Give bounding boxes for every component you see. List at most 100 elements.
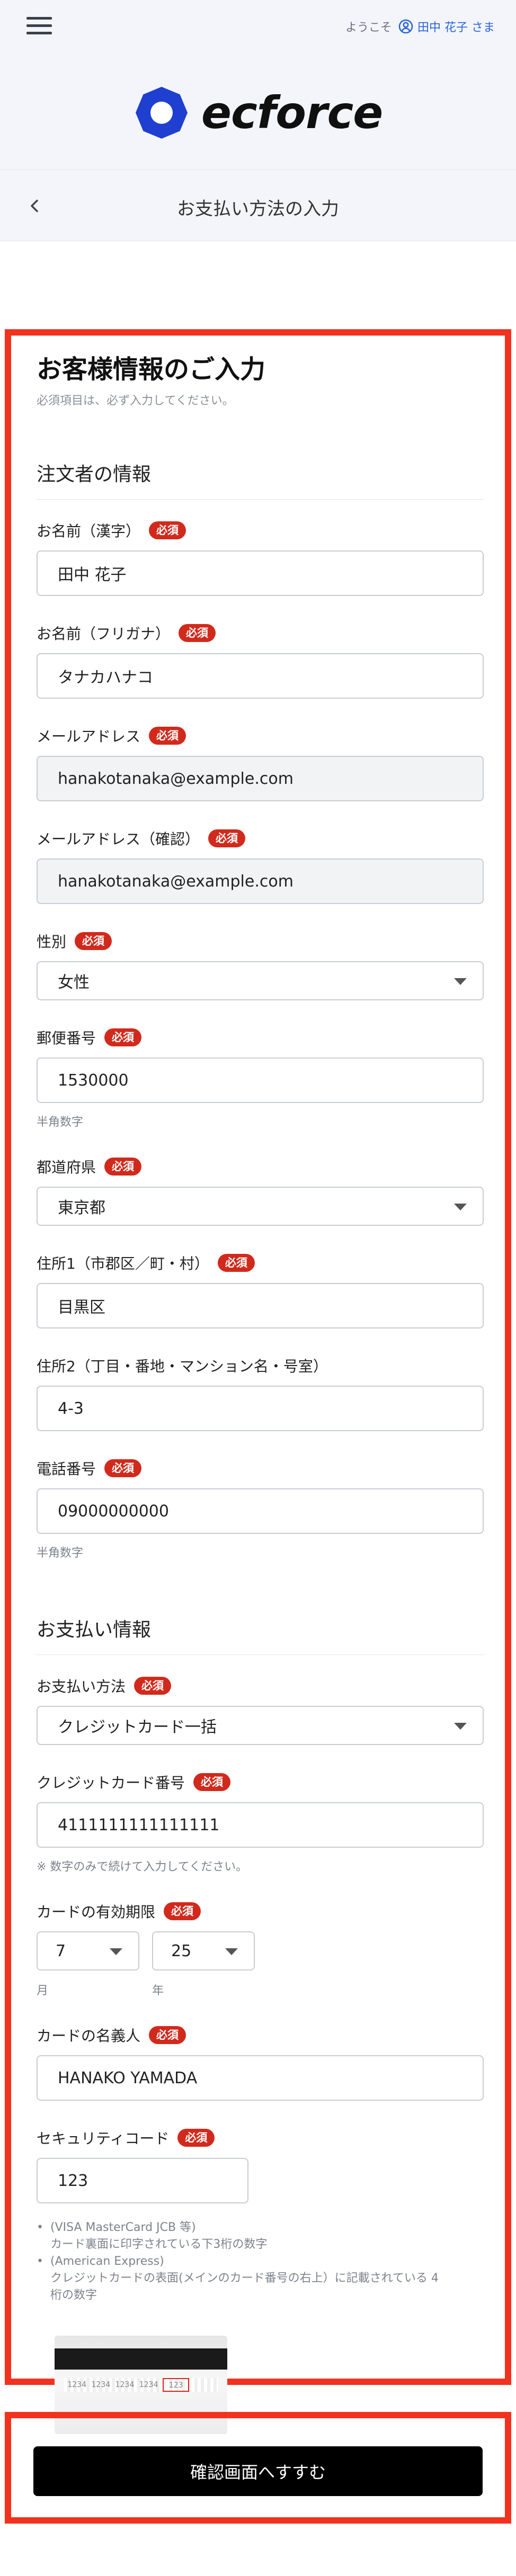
- label-prefecture: 都道府県: [37, 1159, 96, 1176]
- year-unit: 年: [152, 1984, 164, 1997]
- field-expiry: カードの有効期限 必須 7 月 25 年: [37, 1901, 484, 1998]
- field-security-code: セキュリティコード 必須 123: [37, 2127, 484, 2203]
- top-bar: ようこそ 田中 花子 さま: [0, 0, 516, 53]
- prefecture-select[interactable]: 東京都: [37, 1187, 484, 1226]
- field-email-confirm: メールアドレス（確認） 必須 hanakotanaka@example.com: [37, 828, 484, 904]
- email-confirm-input[interactable]: hanakotanaka@example.com: [37, 858, 484, 904]
- card-number-hint: ※ 数字のみで続けて入力してください。: [37, 1860, 248, 1874]
- required-badge: 必須: [149, 2026, 186, 2044]
- logo[interactable]: ecforce: [134, 85, 383, 141]
- dropdown-caret-icon: [225, 1948, 238, 1955]
- security-code-input[interactable]: 123: [37, 2158, 248, 2203]
- field-address1: 住所1（市郡区／町・村） 必須 目黒区: [37, 1252, 484, 1328]
- gender-select[interactable]: 女性: [37, 961, 484, 1000]
- dropdown-caret-icon: [454, 978, 467, 985]
- field-email: メールアドレス 必須 hanakotanaka@example.com: [37, 725, 484, 801]
- field-gender: 性別 必須 女性: [37, 930, 484, 1000]
- submit-section: 確認画面へすすむ: [5, 2412, 511, 2524]
- user-name: 田中 花子 さま: [417, 21, 495, 34]
- customer-form-section: お客様情報のご入力 必須項目は、必ず入力してください。 注文者の情報 お名前（漢…: [5, 329, 511, 2434]
- security-code-notes: • (VISA MasterCard JCB 等) カード裏面に印字されている下3…: [37, 2219, 484, 2304]
- page-header: お支払い方法の入力: [0, 169, 516, 241]
- expiry-month-select[interactable]: 7: [37, 1931, 139, 1971]
- page-title: お支払い方法の入力: [177, 198, 339, 220]
- expiry-row: 7 月 25 年: [37, 1931, 484, 1998]
- note-line: カード裏面に印字されている下3桁の数字: [50, 2238, 268, 2251]
- address2-input[interactable]: 4-3: [37, 1386, 484, 1431]
- label-payment-method: お支払い方法: [37, 1678, 126, 1695]
- required-badge: 必須: [164, 1902, 201, 1920]
- prefecture-value: 東京都: [58, 1199, 105, 1217]
- label-phone: 電話番号: [37, 1460, 96, 1478]
- required-badge: 必須: [104, 1158, 142, 1176]
- form-title: お客様情報のご入力: [37, 355, 266, 384]
- field-payment-method: お支払い方法 必須 クレジットカード一括: [37, 1675, 484, 1745]
- required-badge: 必須: [149, 521, 186, 539]
- field-name-kana: お名前（フリガナ） 必須 タナカハナコ: [37, 622, 484, 699]
- name-kanji-input[interactable]: 田中 花子: [37, 550, 484, 596]
- month-unit: 月: [37, 1984, 49, 1997]
- postal-code-input[interactable]: 1530000: [37, 1057, 484, 1103]
- greeting-text: ようこそ: [345, 21, 392, 34]
- expiry-month-value: 7: [56, 1941, 66, 1960]
- label-email: メールアドレス: [37, 728, 141, 745]
- field-prefecture: 都道府県 必須 東京都: [37, 1156, 484, 1226]
- required-badge: 必須: [75, 932, 112, 950]
- required-badge: 必須: [208, 829, 246, 847]
- required-badge: 必須: [217, 1254, 255, 1272]
- phone-hint: 半角数字: [37, 1547, 84, 1560]
- hamburger-menu-icon[interactable]: [26, 17, 52, 36]
- label-postal: 郵便番号: [37, 1029, 96, 1047]
- label-name-kanji: お名前（漢字）: [37, 522, 141, 540]
- payment-method-value: クレジットカード一括: [58, 1718, 217, 1737]
- name-kana-input[interactable]: タナカハナコ: [37, 653, 484, 699]
- expiry-year-value: 25: [171, 1941, 192, 1960]
- logo-band: ecforce: [0, 53, 516, 169]
- greeting: ようこそ 田中 花子 さま: [345, 18, 495, 35]
- label-email-confirm: メールアドレス（確認）: [37, 830, 200, 848]
- payment-method-select[interactable]: クレジットカード一括: [37, 1706, 484, 1745]
- note-line: クレジットカードの表面(メインのカード番号の右上）に記載されている 4: [50, 2272, 439, 2285]
- required-badge: 必須: [134, 1677, 172, 1695]
- required-badge: 必須: [177, 2129, 215, 2147]
- dropdown-caret-icon: [110, 1948, 122, 1955]
- required-badge: 必須: [104, 1459, 142, 1477]
- required-badge: 必須: [149, 727, 186, 745]
- expiry-year-select[interactable]: 25: [152, 1931, 255, 1971]
- note-line: 桁の数字: [50, 2289, 97, 2302]
- label-gender: 性別: [37, 933, 67, 951]
- customer-form: お客様情報のご入力 必須項目は、必ず入力してください。 注文者の情報 お名前（漢…: [37, 353, 484, 2434]
- required-badge: 必須: [193, 1773, 231, 1791]
- dropdown-caret-icon: [454, 1723, 467, 1730]
- orderer-section-title: 注文者の情報: [37, 459, 484, 500]
- card-number-input[interactable]: 4111111111111111: [37, 1802, 484, 1848]
- required-badge: 必須: [104, 1028, 142, 1046]
- payment-section-title: お支払い情報: [37, 1614, 484, 1655]
- label-address1: 住所1（市郡区／町・村）: [37, 1255, 209, 1272]
- address1-input[interactable]: 目黒区: [37, 1283, 484, 1328]
- field-card-holder: カードの名義人 必須 HANAKO YAMADA: [37, 2024, 484, 2101]
- expiry-month-group: 7 月: [37, 1931, 139, 1998]
- label-card-number: クレジットカード番号: [37, 1774, 185, 1792]
- postal-hint: 半角数字: [37, 1116, 84, 1129]
- form-note: 必須項目は、必ず入力してください。: [37, 394, 234, 408]
- phone-input[interactable]: 09000000000: [37, 1488, 484, 1534]
- field-phone: 電話番号 必須 09000000000 半角数字: [37, 1458, 484, 1560]
- label-address2: 住所2（丁目・番地・マンション名・号室）: [37, 1358, 328, 1375]
- proceed-to-confirm-button[interactable]: 確認画面へすすむ: [33, 2446, 483, 2496]
- note-line: (VISA MasterCard JCB 等): [50, 2221, 196, 2234]
- card-magnetic-stripe: [55, 2348, 227, 2370]
- user-circle-icon: [398, 19, 413, 34]
- field-postal: 郵便番号 必須 1530000 半角数字: [37, 1027, 484, 1129]
- gender-value: 女性: [58, 973, 90, 992]
- card-sample-cvc: 123: [163, 2378, 189, 2392]
- label-card-holder: カードの名義人: [37, 2027, 141, 2045]
- dropdown-caret-icon: [454, 1204, 467, 1210]
- user-account-link[interactable]: 田中 花子 さま: [398, 18, 495, 35]
- label-security-code: セキュリティコード: [37, 2130, 170, 2147]
- expiry-year-group: 25 年: [152, 1931, 255, 1998]
- email-input[interactable]: hanakotanaka@example.com: [37, 756, 484, 801]
- card-holder-input[interactable]: HANAKO YAMADA: [37, 2055, 484, 2101]
- logo-mark-icon: [136, 87, 188, 139]
- card-sample-digits: 1234 1234 1234 1234: [67, 2380, 158, 2389]
